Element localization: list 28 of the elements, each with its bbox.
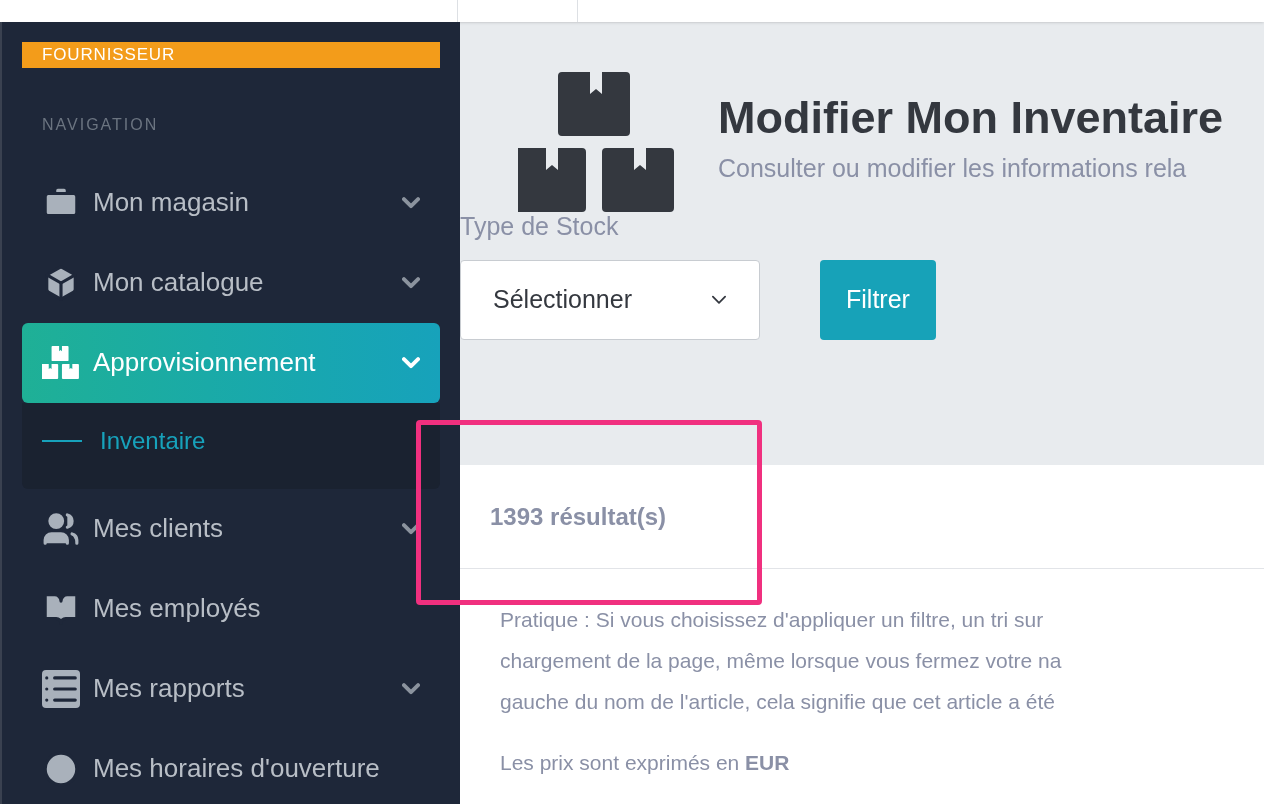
results-count: 1393 résultat(s) <box>490 501 667 532</box>
sidebar-item[interactable]: Mon magasin <box>22 162 440 243</box>
sidebar-item-label: Mes rapports <box>93 672 246 705</box>
section-heading: NAVIGATION <box>41 114 160 135</box>
sidebar-item[interactable]: Mes rapports <box>22 648 440 729</box>
boxes-icon <box>42 346 80 379</box>
sidebar-item-label: Mes clients <box>93 512 225 545</box>
sidebar-item[interactable]: Mes clients <box>22 488 440 569</box>
notice-text: gauche du nom de l'article, cela signifie que cet article a été <box>500 689 1055 715</box>
page-subtitle: Consulter ou modifier les informations rela <box>718 153 1188 185</box>
sidebar-item[interactable]: Mes employés <box>22 568 440 649</box>
role-badge: FOURNISSEUR <box>22 42 440 68</box>
currency-note: Les prix sont exprimés en EUR <box>500 750 790 776</box>
sidebar-item-label: Mon magasin <box>93 186 251 219</box>
sidebar-item-label: Mes employés <box>93 592 262 625</box>
sidebar-item-label: Mes horaires d'ouverture <box>93 752 381 785</box>
filter-label: Type de Stock <box>460 211 620 242</box>
sidebar-item[interactable]: Mon catalogue <box>22 242 440 323</box>
sidebar-item-label: Mon catalogue <box>93 266 265 299</box>
sidebar-item[interactable]: Mes horaires d'ouverture <box>22 728 440 804</box>
notice-text: Pratique : Si vous choisissez d'appliquer un filtre, un tri sur <box>500 607 1044 633</box>
caret-icon <box>711 294 727 305</box>
submenu-item[interactable]: Inventaire <box>22 422 440 459</box>
sidebar-item-label: Approvisionnement <box>93 346 317 379</box>
list-icon <box>42 669 80 708</box>
notice-text: chargement de la page, même lorsque vous fermez votre na <box>500 648 1062 674</box>
page-title: Modifier Mon Inventaire <box>718 91 1224 145</box>
stock-type-select[interactable]: Sélectionner <box>460 259 760 340</box>
